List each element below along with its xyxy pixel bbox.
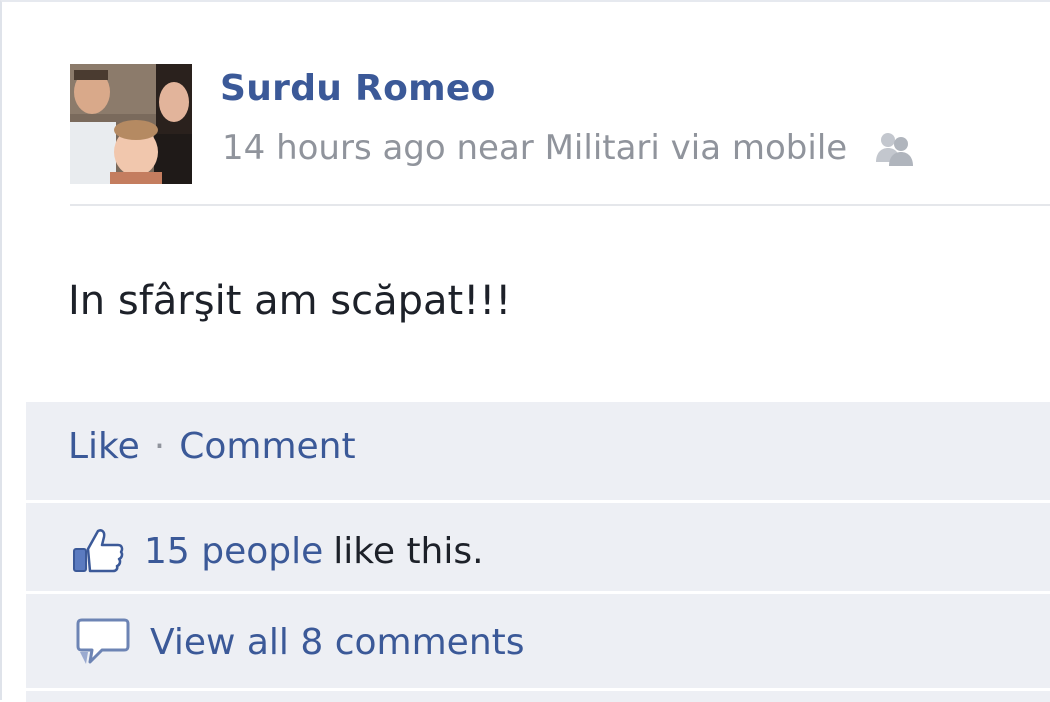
action-separator: ·	[153, 426, 166, 467]
thumbs-up-icon	[72, 527, 124, 575]
post-meta-text[interactable]: 14 hours ago near Militari via mobile	[222, 128, 847, 168]
avatar-photo	[70, 64, 192, 184]
post-body: In sfârşit am scăpat!!!	[68, 278, 512, 324]
comments-row: View all 8 comments	[26, 594, 1050, 688]
comments-summary: View all 8 comments	[76, 616, 525, 668]
feedback-section: Like · Comment 15 people like this. View…	[26, 402, 1050, 702]
view-all-comments-link[interactable]: View all 8 comments	[150, 622, 525, 663]
likes-suffix: like this.	[333, 530, 484, 572]
post-actions: Like · Comment	[68, 426, 356, 467]
likes-count-link[interactable]: 15 people	[144, 531, 323, 572]
post-meta: 14 hours ago near Militari via mobile	[222, 126, 917, 170]
friends-icon[interactable]	[873, 128, 917, 168]
likes-row: 15 people like this.	[26, 503, 1050, 591]
author-avatar[interactable]	[70, 64, 192, 184]
row-divider	[26, 688, 1050, 691]
actions-row: Like · Comment	[26, 402, 1050, 500]
post-card: Surdu Romeo 14 hours ago near Militari v…	[0, 0, 1050, 702]
author-name[interactable]: Surdu Romeo	[220, 68, 496, 109]
like-link[interactable]: Like	[68, 426, 140, 467]
comment-bubble-icon	[76, 616, 132, 668]
comment-link[interactable]: Comment	[179, 426, 355, 467]
header-divider	[70, 204, 1050, 206]
likes-summary: 15 people like this.	[72, 527, 484, 575]
